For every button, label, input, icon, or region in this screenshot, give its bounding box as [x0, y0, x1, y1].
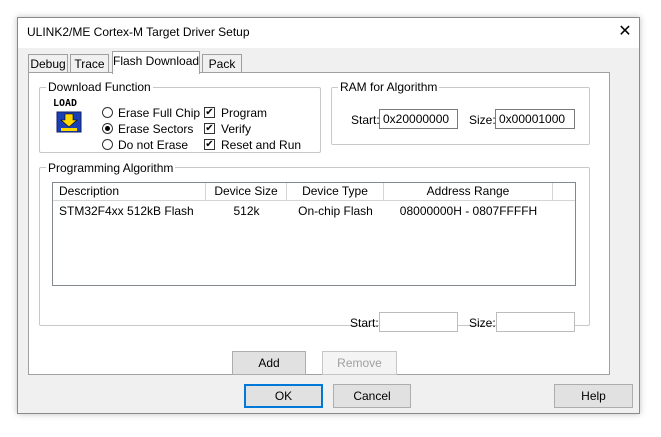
- close-icon[interactable]: ✕: [613, 20, 637, 44]
- row-description: STM32F4xx 512kB Flash: [59, 204, 194, 218]
- algorithm-size-label: Size:: [469, 316, 496, 330]
- erase-full-chip-radio[interactable]: [102, 107, 113, 118]
- ram-start-input[interactable]: 0x20000000: [379, 109, 458, 129]
- ram-size-label: Size:: [469, 113, 496, 127]
- row-address-range: 08000000H - 0807FFFFH: [399, 204, 538, 218]
- program-label: Program: [221, 106, 268, 120]
- cancel-button[interactable]: Cancel: [333, 384, 411, 408]
- row-device-type: On-chip Flash: [298, 204, 373, 218]
- programming-algorithm-label: Programming Algorithm: [46, 161, 176, 175]
- ram-for-algorithm-label: RAM for Algorithm: [338, 80, 440, 94]
- load-icon: LOAD: [53, 99, 85, 135]
- ram-size-input[interactable]: 0x00001000: [495, 109, 575, 129]
- dialog-window: ULINK2/ME Cortex-M Target Driver Setup ✕…: [17, 17, 640, 414]
- algorithm-start-input[interactable]: [379, 312, 458, 332]
- table-row[interactable]: STM32F4xx 512kB Flash 512k On-chip Flash…: [53, 203, 575, 219]
- tab-debug[interactable]: Debug: [28, 54, 68, 74]
- column-header-device-type[interactable]: Device Type: [287, 183, 384, 201]
- reset-and-run-checkbox[interactable]: ✔: [204, 139, 215, 150]
- title-bar: ULINK2/ME Cortex-M Target Driver Setup ✕: [18, 18, 639, 48]
- tab-flash-download[interactable]: Flash Download: [112, 51, 200, 74]
- column-header-description[interactable]: Description: [53, 183, 206, 201]
- verify-checkbox[interactable]: ✔: [204, 123, 215, 134]
- column-header-device-size[interactable]: Device Size: [206, 183, 287, 201]
- erase-sectors-radio[interactable]: [102, 123, 113, 134]
- do-not-erase-label: Do not Erase: [118, 138, 189, 152]
- tab-panel-flash-download: Download Function LOAD Erase Full Chip E…: [28, 72, 610, 375]
- algorithm-size-input[interactable]: [496, 312, 575, 332]
- load-arrow-graphic: [56, 111, 82, 133]
- algorithm-start-label: Start:: [350, 316, 379, 330]
- erase-full-chip-label: Erase Full Chip: [118, 106, 201, 120]
- add-button[interactable]: Add: [232, 351, 306, 375]
- column-header-address-range[interactable]: Address Range: [384, 183, 553, 201]
- do-not-erase-radio[interactable]: [102, 139, 113, 150]
- remove-button[interactable]: Remove: [322, 351, 397, 375]
- reset-and-run-label: Reset and Run: [221, 138, 302, 152]
- help-button[interactable]: Help: [554, 384, 633, 408]
- algorithm-list[interactable]: Description Device Size Device Type Addr…: [52, 182, 576, 286]
- verify-label: Verify: [221, 122, 252, 136]
- tab-pack[interactable]: Pack: [202, 54, 242, 74]
- window-title: ULINK2/ME Cortex-M Target Driver Setup: [27, 25, 250, 39]
- erase-sectors-label: Erase Sectors: [118, 122, 194, 136]
- ram-start-label: Start:: [351, 113, 380, 127]
- column-header-filler: [553, 183, 575, 201]
- ok-button[interactable]: OK: [244, 384, 323, 408]
- row-device-size: 512k: [233, 204, 260, 218]
- program-checkbox[interactable]: ✔: [204, 107, 215, 118]
- download-function-label: Download Function: [46, 80, 153, 94]
- tab-trace[interactable]: Trace: [70, 54, 109, 74]
